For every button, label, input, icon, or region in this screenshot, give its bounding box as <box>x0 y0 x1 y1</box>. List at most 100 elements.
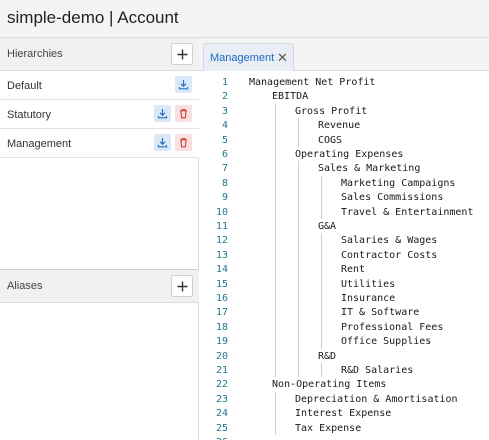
line-text: Contractor Costs <box>341 249 438 261</box>
download-button[interactable] <box>154 105 171 122</box>
indent-guide <box>321 319 322 335</box>
close-icon[interactable]: ✕ <box>277 50 288 66</box>
code-line: 1 Management Net Profit <box>199 75 489 89</box>
code-line: 2 EBITDA <box>199 89 489 103</box>
line-number: 8 <box>221 177 228 189</box>
code-line: 11 G&A <box>199 219 489 233</box>
indent-guide <box>298 334 299 349</box>
aliases-title: Aliases <box>7 280 43 292</box>
tab-bar: Management ✕ <box>199 38 489 71</box>
line-number: 22 <box>215 379 228 391</box>
indent-guide <box>321 276 322 291</box>
indent-guide <box>298 363 299 378</box>
indent-guide <box>321 175 322 191</box>
indent-guide <box>321 190 322 205</box>
indent-guide <box>275 319 276 335</box>
trash-icon <box>180 137 187 148</box>
indent-guide <box>275 291 276 306</box>
indent-guide <box>275 305 276 320</box>
line-text: Tax Expense <box>295 422 362 434</box>
aliases-header: Aliases <box>0 270 199 303</box>
indent-guide <box>275 103 276 119</box>
trash-icon <box>180 108 187 119</box>
indent-guide <box>275 262 276 277</box>
code-line: 5 COGS <box>199 133 489 147</box>
indent-guide <box>275 247 276 263</box>
line-text: Utilities <box>341 278 396 290</box>
line-text: Depreciation & Amortisation <box>295 393 458 405</box>
plus-icon <box>177 281 188 292</box>
line-text: Marketing Campaigns <box>341 177 456 189</box>
add-alias-button[interactable] <box>171 275 193 297</box>
indent-guide <box>298 305 299 320</box>
code-line: 20 R&D <box>199 349 489 363</box>
indent-guide <box>275 420 276 435</box>
line-text: IT & Software <box>341 307 420 319</box>
line-number: 6 <box>221 149 228 160</box>
hierarchy-item[interactable]: Default <box>0 71 199 100</box>
line-number: 7 <box>221 163 228 175</box>
download-button[interactable] <box>175 76 192 93</box>
hierarchies-title: Hierarchies <box>7 48 63 60</box>
line-number: 3 <box>221 105 228 117</box>
indent-guide <box>321 204 322 219</box>
indent-guide <box>275 219 276 234</box>
plus-icon <box>177 49 188 60</box>
line-number: 19 <box>215 336 228 348</box>
line-text: Office Supplies <box>341 336 432 348</box>
line-text: Rent <box>341 264 366 276</box>
code-line: 14 Rent <box>199 262 489 276</box>
indent-guide <box>275 334 276 349</box>
indent-guide <box>298 204 299 219</box>
line-text: Travel & Entertainment <box>341 206 474 218</box>
line-number: 2 <box>221 91 228 103</box>
indent-guide <box>275 147 276 162</box>
hierarchy-item[interactable]: Management <box>0 129 199 158</box>
line-number: 5 <box>221 134 228 146</box>
code-line: 6 Operating Expenses <box>199 147 489 161</box>
line-number: 14 <box>215 264 228 276</box>
indent-guide <box>275 348 276 363</box>
hierarchy-label: Default <box>7 80 42 92</box>
indent-guide <box>298 118 299 133</box>
tab-management[interactable]: Management ✕ <box>203 43 294 71</box>
download-icon <box>157 138 168 148</box>
editor-pane: Management ✕ 1 Management Net Profit 2 EBIT… <box>199 38 489 440</box>
indent-guide <box>275 118 276 133</box>
delete-button[interactable] <box>175 105 192 122</box>
indent-guide <box>275 363 276 378</box>
line-number: 25 <box>215 422 228 434</box>
line-text: R&D <box>318 350 337 362</box>
line-number: 4 <box>221 120 228 132</box>
sidebar: Hierarchies Default Statutory Management A… <box>0 38 199 440</box>
hierarchy-label: Management <box>7 138 72 150</box>
line-number: 23 <box>215 393 228 405</box>
add-hierarchy-button[interactable] <box>171 43 193 65</box>
indent-guide <box>298 233 299 248</box>
line-number: 11 <box>215 221 228 232</box>
code-line: 7 Sales & Marketing <box>199 161 489 175</box>
code-line: 3 Gross Profit <box>199 104 489 118</box>
line-text: Professional Fees <box>341 321 444 333</box>
code-line: 9 Sales Commissions <box>199 190 489 204</box>
indent-guide <box>321 247 322 263</box>
indent-guide <box>298 262 299 277</box>
delete-button[interactable] <box>175 134 192 151</box>
indent-guide <box>275 132 276 147</box>
indent-guide <box>321 262 322 277</box>
indent-guide <box>321 305 322 320</box>
code-line: 17 IT & Software <box>199 305 489 319</box>
download-button[interactable] <box>154 134 171 151</box>
indent-guide <box>298 219 299 234</box>
code-line: 26 <box>199 435 489 440</box>
code-editor[interactable]: 1 Management Net Profit 2 EBITDA 3 Gross Prof… <box>199 71 489 440</box>
line-text: Management Net Profit <box>249 77 376 88</box>
line-number: 12 <box>215 235 228 247</box>
hierarchy-item[interactable]: Statutory <box>0 100 199 129</box>
line-text: Non-Operating Items <box>272 379 387 391</box>
code-line: 19 Office Supplies <box>199 334 489 348</box>
indent-guide <box>275 204 276 219</box>
tab-label: Management <box>210 52 275 64</box>
indent-guide <box>275 161 276 176</box>
line-text: Operating Expenses <box>295 149 404 160</box>
